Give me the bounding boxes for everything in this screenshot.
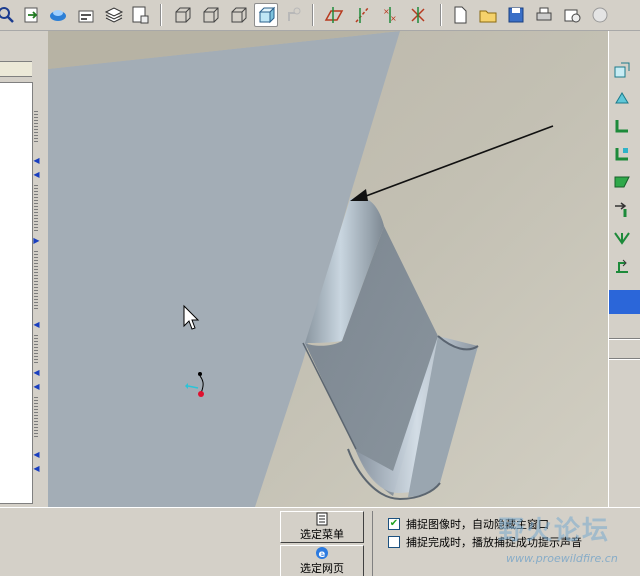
coordinate-system-icon[interactable] bbox=[406, 3, 430, 27]
chevron-left-icon[interactable]: ◀ bbox=[33, 321, 40, 329]
datum-plane-icon[interactable] bbox=[322, 3, 346, 27]
splitter-grip bbox=[34, 335, 38, 365]
browser-icon: e bbox=[316, 547, 328, 560]
menu-icon bbox=[316, 512, 328, 526]
bend-back-icon[interactable] bbox=[611, 227, 633, 249]
flange-wall-icon[interactable] bbox=[611, 115, 633, 137]
toolbar-separator bbox=[160, 4, 162, 26]
option-play-sound[interactable]: 捕捉完成时，播放捕捉成功提示声音 bbox=[388, 534, 582, 550]
toolbar-separator bbox=[312, 4, 314, 26]
checkbox-unchecked[interactable] bbox=[388, 536, 400, 548]
hidden-line-icon[interactable] bbox=[198, 3, 222, 27]
orient-icon[interactable] bbox=[46, 3, 70, 27]
chevron-left-icon[interactable]: ◀ bbox=[33, 157, 40, 165]
toolbar-divider bbox=[609, 338, 640, 340]
select-webpage-button[interactable]: e 选定网页 bbox=[280, 545, 364, 576]
revolve-icon[interactable] bbox=[611, 86, 633, 108]
splitter-grip bbox=[34, 397, 38, 437]
svg-text:e: e bbox=[319, 549, 326, 560]
capture-buttons: 选定菜单 e 选定网页 bbox=[280, 511, 365, 576]
model-tree-area[interactable] bbox=[0, 82, 33, 504]
email-icon[interactable] bbox=[560, 3, 584, 27]
new-icon[interactable] bbox=[448, 3, 472, 27]
select-webpage-label: 选定网页 bbox=[300, 562, 344, 575]
save-icon[interactable] bbox=[504, 3, 528, 27]
print-icon[interactable] bbox=[532, 3, 556, 27]
model-tree-icon[interactable] bbox=[128, 3, 152, 27]
annotation-arrow-line bbox=[357, 125, 554, 200]
svg-text:×: × bbox=[390, 14, 397, 23]
graphics-window[interactable] bbox=[48, 31, 608, 507]
panel-splitter[interactable]: ◀ ◀ ▶ ◀ ◀ ◀ ◀ ◀ bbox=[33, 111, 40, 511]
wireframe-icon[interactable] bbox=[170, 3, 194, 27]
option-auto-hide[interactable]: ✔ 捕捉图像时，自动隐藏主窗口 bbox=[388, 516, 549, 532]
unattached-wall-icon[interactable] bbox=[611, 143, 633, 165]
datum-point-icon[interactable]: × × bbox=[378, 3, 402, 27]
feature-toolbar bbox=[608, 31, 640, 507]
shading-icon[interactable] bbox=[254, 3, 278, 27]
model-tree-tab[interactable] bbox=[0, 61, 32, 77]
extrude-icon[interactable] bbox=[611, 59, 633, 81]
chevron-right-icon[interactable]: ▶ bbox=[33, 237, 40, 245]
no-hidden-icon[interactable] bbox=[226, 3, 250, 27]
chevron-left-icon[interactable]: ◀ bbox=[33, 171, 40, 179]
chevron-left-icon[interactable]: ◀ bbox=[33, 451, 40, 459]
select-menu-label: 选定菜单 bbox=[300, 528, 344, 541]
chevron-left-icon[interactable]: ◀ bbox=[33, 465, 40, 473]
datum-axis-icon[interactable] bbox=[350, 3, 374, 27]
option-auto-hide-label: 捕捉图像时，自动隐藏主窗口 bbox=[406, 518, 549, 531]
toolbar-separator bbox=[440, 4, 442, 26]
splitter-grip bbox=[34, 251, 38, 311]
unbend-icon[interactable] bbox=[611, 199, 633, 221]
form-icon[interactable] bbox=[611, 255, 633, 277]
capture-options: ✔ 捕捉图像时，自动隐藏主窗口 捕捉完成时，播放捕捉成功提示声音 bbox=[372, 511, 640, 576]
splitter-grip bbox=[34, 111, 38, 143]
annotation-arrowhead bbox=[350, 189, 368, 201]
checkbox-checked[interactable]: ✔ bbox=[388, 518, 400, 530]
zoom-icon[interactable] bbox=[0, 3, 18, 27]
toolbar-divider bbox=[609, 358, 640, 360]
spin-center-icon[interactable] bbox=[282, 3, 306, 27]
edge-bend-icon[interactable] bbox=[611, 171, 633, 193]
main-toolbar: × × bbox=[0, 0, 640, 31]
text-style-icon[interactable] bbox=[74, 3, 98, 27]
selected-tool-highlight bbox=[609, 290, 640, 314]
model-tree-panel: ◀ ◀ ▶ ◀ ◀ ◀ ◀ ◀ bbox=[0, 31, 40, 505]
splitter-grip bbox=[34, 185, 38, 233]
open-icon[interactable] bbox=[476, 3, 500, 27]
chevron-left-icon[interactable]: ◀ bbox=[33, 383, 40, 391]
capture-panel: 选定菜单 e 选定网页 ✔ 捕捉图像时，自动隐藏主窗口 捕捉完成时，播放捕捉成功… bbox=[0, 507, 640, 576]
select-menu-button[interactable]: 选定菜单 bbox=[280, 511, 364, 543]
send-icon[interactable] bbox=[588, 3, 612, 27]
chevron-left-icon[interactable]: ◀ bbox=[33, 369, 40, 377]
layer-icon[interactable] bbox=[102, 3, 126, 27]
sheetmetal-model bbox=[48, 31, 554, 507]
insert-icon[interactable] bbox=[20, 3, 44, 27]
option-play-sound-label: 捕捉完成时，播放捕捉成功提示声音 bbox=[406, 536, 582, 549]
svg-text:×: × bbox=[383, 7, 390, 16]
